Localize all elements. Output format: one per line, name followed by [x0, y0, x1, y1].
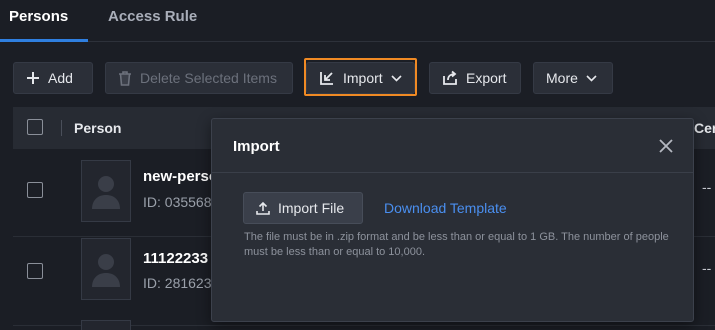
- column-header-certificate[interactable]: Certi: [694, 120, 715, 136]
- chevron-down-icon: [391, 74, 402, 82]
- download-template-link[interactable]: Download Template: [384, 200, 507, 216]
- dialog-divider: [212, 172, 693, 173]
- import-button[interactable]: Import: [306, 62, 415, 94]
- certificate-value: --: [702, 260, 712, 276]
- export-button-label: Export: [466, 70, 507, 86]
- dialog-title: Import: [233, 138, 280, 155]
- row-checkbox[interactable]: [27, 182, 43, 198]
- active-tab-indicator: [0, 39, 88, 42]
- avatar: [81, 160, 131, 222]
- import-dialog: Import Import File Download Template The…: [211, 118, 694, 322]
- more-button-label: More: [546, 70, 578, 86]
- trash-icon: [119, 70, 131, 86]
- plus-icon: [27, 72, 39, 84]
- person-name[interactable]: 11122233: [143, 250, 208, 267]
- export-button[interactable]: Export: [429, 62, 521, 94]
- avatar: [81, 320, 131, 330]
- person-placeholder-icon: [92, 254, 120, 287]
- delete-selected-button[interactable]: Delete Selected Items: [105, 62, 293, 94]
- tab-persons[interactable]: Persons: [9, 8, 68, 25]
- person-name[interactable]: new-perso: [143, 168, 218, 185]
- import-button-label: Import: [343, 70, 383, 86]
- close-icon[interactable]: [657, 137, 675, 155]
- certificate-value: --: [702, 179, 712, 195]
- select-all-checkbox[interactable]: [27, 119, 43, 135]
- export-icon: [443, 70, 457, 85]
- column-divider: [61, 120, 62, 136]
- row-checkbox[interactable]: [27, 263, 43, 279]
- add-button-label: Add: [48, 70, 73, 86]
- avatar: [81, 238, 131, 300]
- column-header-person[interactable]: Person: [74, 120, 121, 136]
- add-button[interactable]: Add: [13, 62, 93, 94]
- person-id: ID: 281623: [143, 275, 212, 291]
- person-placeholder-icon: [92, 176, 120, 209]
- import-icon: [320, 72, 333, 85]
- more-button[interactable]: More: [533, 62, 613, 94]
- tab-bar: Persons Access Rule: [0, 0, 715, 42]
- import-hint-text: The file must be in .zip format and be l…: [244, 231, 669, 258]
- person-id: ID: 035568: [143, 194, 212, 210]
- import-file-button[interactable]: Import File: [243, 192, 363, 224]
- tab-access-rule[interactable]: Access Rule: [108, 8, 197, 25]
- upload-icon: [256, 201, 270, 215]
- chevron-down-icon: [586, 74, 597, 82]
- delete-selected-label: Delete Selected Items: [140, 70, 277, 86]
- import-file-label: Import File: [278, 200, 345, 216]
